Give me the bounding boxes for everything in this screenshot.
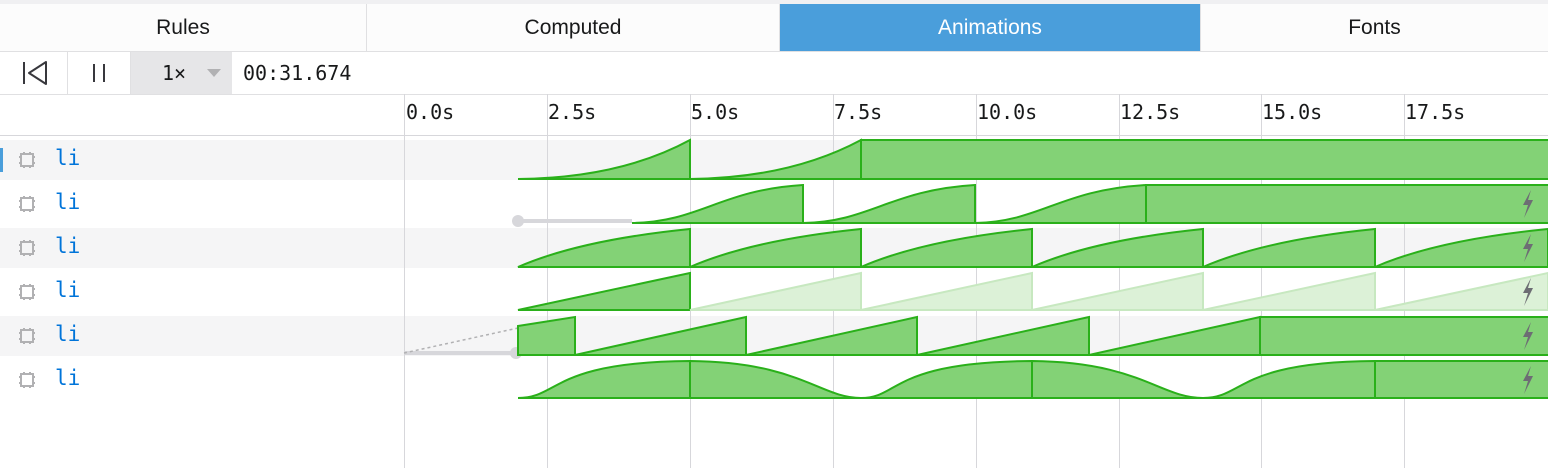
animation-graph[interactable]: [403, 315, 1548, 359]
animation-timeline-graphs: [403, 138, 1548, 399]
animation-graph[interactable]: [517, 138, 1548, 180]
animation-graph[interactable]: [517, 271, 1548, 311]
animation-graph[interactable]: [512, 183, 1548, 227]
animation-graph[interactable]: [517, 359, 1548, 399]
animation-graph[interactable]: [517, 227, 1548, 268]
